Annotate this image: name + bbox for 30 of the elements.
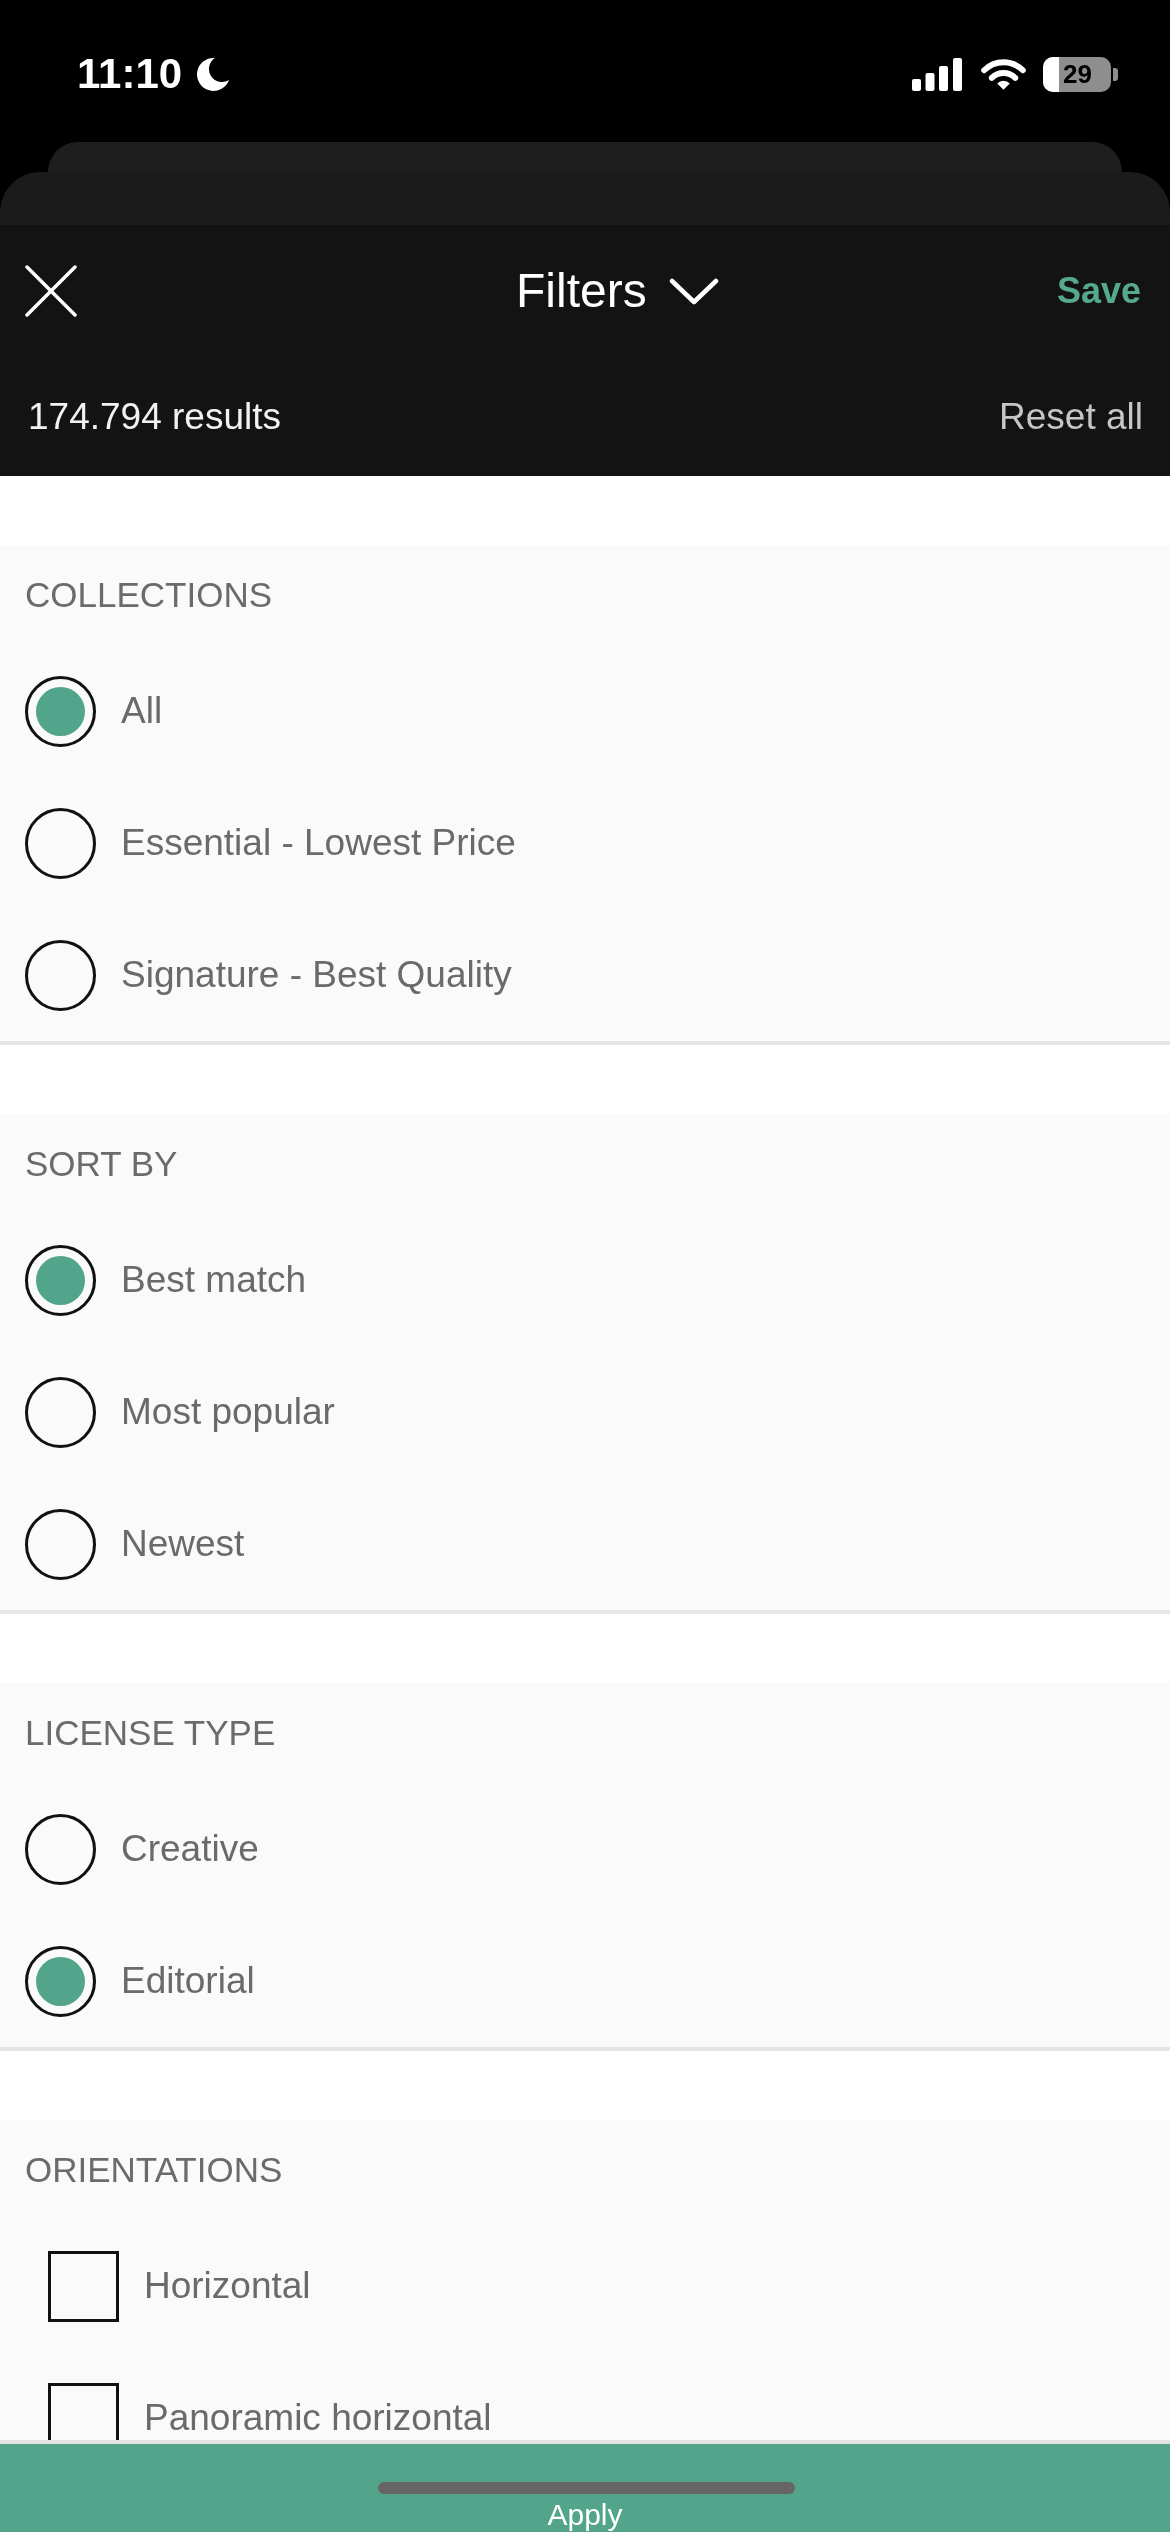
battery-icon [1043, 56, 1118, 92]
option-label[interactable]: Newest [121, 1523, 245, 1565]
close-button[interactable] [25, 265, 77, 317]
apply-button[interactable]: Apply [0, 2440, 1170, 2532]
chevron-down-icon [668, 277, 719, 305]
save-button[interactable]: Save [1056, 269, 1141, 313]
section-heading: LICENSE TYPE [24, 1713, 277, 1753]
section-heading: COLLECTIONS [24, 575, 273, 615]
wifi-icon [980, 57, 1027, 91]
option-label[interactable]: Signature - Best Quality [121, 954, 512, 996]
option-label[interactable]: Best match [121, 1259, 307, 1301]
option-label[interactable]: Editorial [121, 1960, 255, 2002]
option-label[interactable]: Creative [121, 1828, 259, 1870]
option-label[interactable]: All [121, 690, 163, 732]
signal-bars-icon [912, 57, 962, 91]
section-heading: ORIENTATIONS [24, 2150, 284, 2190]
results-count: 174.794 results [28, 394, 281, 439]
filters-dropdown[interactable]: Filters [516, 263, 719, 319]
option-label[interactable]: Essential - Lowest Price [121, 822, 516, 864]
section-heading: SORT BY [24, 1144, 179, 1184]
moon-icon [196, 57, 231, 91]
option-label[interactable]: Horizontal [144, 2265, 311, 2307]
checkbox[interactable] [48, 2382, 119, 2440]
option-label[interactable]: Most popular [121, 1391, 335, 1433]
option-label[interactable]: Panoramic horizontal [144, 2397, 492, 2439]
checkbox[interactable] [48, 2250, 119, 2322]
reset-all-button[interactable]: Reset all [999, 394, 1143, 439]
status-time: 11:10 [77, 52, 183, 96]
close-icon [25, 265, 77, 317]
battery-percentage: 29 [1063, 59, 1091, 89]
